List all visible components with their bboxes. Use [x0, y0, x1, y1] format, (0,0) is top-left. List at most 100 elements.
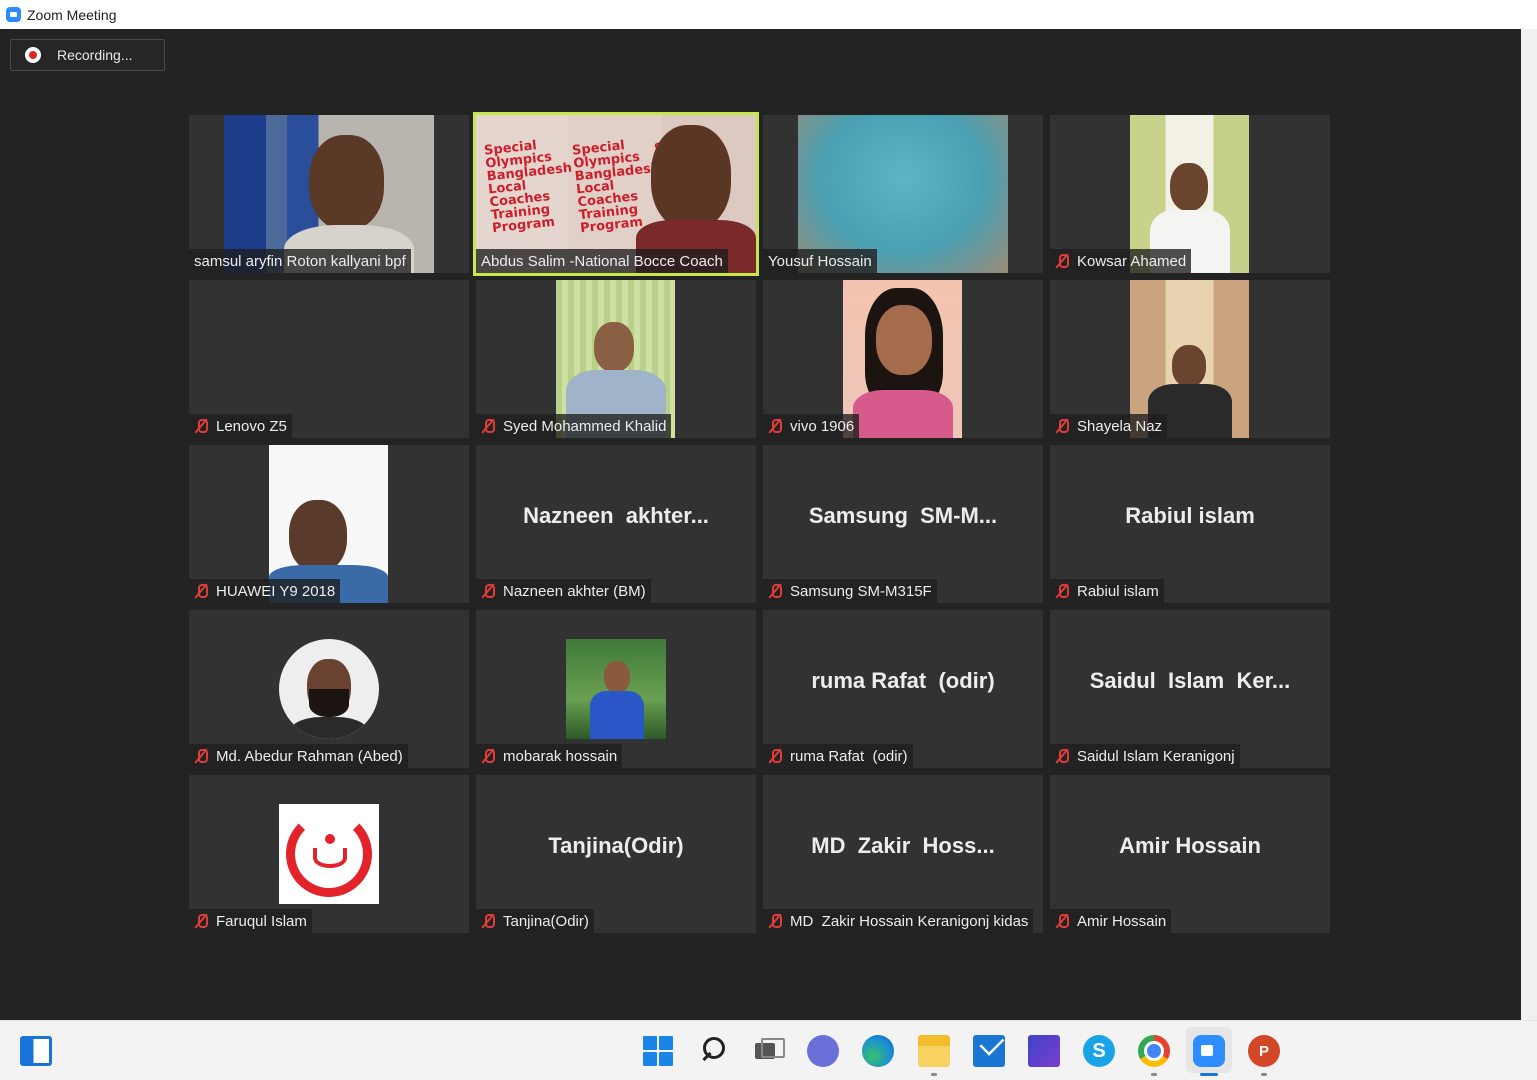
participant-tile[interactable]: Nazneen akhter... Nazneen akhter (BM) — [476, 445, 756, 603]
participant-tile[interactable]: Faruqul Islam — [189, 775, 469, 933]
participant-tile[interactable]: mobarak hossain — [476, 610, 756, 768]
running-indicator — [931, 1073, 937, 1076]
microphone-muted-icon — [194, 748, 208, 764]
participant-name-bar: Kowsar Ahamed — [1050, 249, 1192, 273]
participant-tile[interactable]: samsul aryfin Roton kallyani bpf — [189, 115, 469, 273]
start-icon[interactable] — [642, 1035, 674, 1067]
participant-tile[interactable]: MD Zakir Hoss... MD Zakir Hossain Keranig… — [763, 775, 1043, 933]
participant-name: Saidul Islam Keranigonj — [1077, 747, 1235, 765]
search-icon[interactable] — [698, 1035, 730, 1067]
chrome-icon[interactable] — [1138, 1035, 1170, 1067]
running-indicator — [1261, 1073, 1267, 1076]
profile-picture — [279, 639, 379, 739]
powerpoint-icon[interactable]: P — [1248, 1035, 1280, 1067]
participant-name-bar: Yousuf Hossain — [763, 249, 877, 273]
microphone-muted-icon — [194, 913, 208, 929]
participant-tile[interactable]: ruma Rafat (odir) ruma Rafat (odir) — [763, 610, 1043, 768]
participant-name: mobarak hossain — [503, 747, 618, 765]
participant-display-name: Tanjina(Odir) — [548, 833, 684, 858]
title-bar: Zoom Meeting — [0, 0, 1537, 29]
participant-tile[interactable]: Special Olympics Bangladesh Local Coache… — [473, 112, 759, 276]
participant-name-bar: Syed Mohammed Khalid — [476, 414, 672, 438]
participant-tile[interactable]: Rabiul islam Rabiul islam — [1050, 445, 1330, 603]
participant-display-name: Rabiul islam — [1125, 503, 1255, 528]
mail-icon[interactable] — [973, 1035, 1005, 1067]
participant-tile[interactable]: Syed Mohammed Khalid — [476, 280, 756, 438]
participant-name: Md. Abedur Rahman (Abed) — [216, 747, 403, 765]
participant-name: vivo 1906 — [790, 417, 855, 435]
microphone-muted-icon — [768, 418, 782, 434]
participant-name-bar: Md. Abedur Rahman (Abed) — [189, 744, 408, 768]
meeting-area: Recording... samsul aryfin Roton kallyan… — [0, 29, 1521, 1020]
participant-display-name: Amir Hossain — [1119, 833, 1261, 858]
participant-name-bar: Faruqul Islam — [189, 909, 312, 933]
participant-name-bar: ruma Rafat (odir) — [763, 744, 913, 768]
participant-name: HUAWEI Y9 2018 — [216, 582, 336, 600]
participant-name: samsul aryfin Roton kallyani bpf — [194, 252, 406, 270]
participant-name: Nazneen akhter (BM) — [503, 582, 646, 600]
participant-display-name: MD Zakir Hoss... — [811, 833, 995, 858]
banner-text: Special Olympics Bangladesh Local Coache… — [483, 138, 573, 237]
recording-icon — [25, 47, 41, 63]
recording-indicator[interactable]: Recording... — [10, 39, 165, 71]
widgets-icon[interactable] — [20, 1036, 52, 1066]
microphone-muted-icon — [194, 583, 208, 599]
participant-gallery: samsul aryfin Roton kallyani bpf Special … — [189, 112, 1330, 933]
file-explorer-icon[interactable] — [918, 1035, 950, 1067]
participant-tile[interactable]: Lenovo Z5 — [189, 280, 469, 438]
participant-name: Tanjina(Odir) — [503, 912, 589, 930]
participant-tile[interactable]: Saidul Islam Ker... Saidul Islam Keranigo… — [1050, 610, 1330, 768]
participant-name: ruma Rafat (odir) — [790, 747, 908, 765]
recording-label: Recording... — [57, 47, 133, 63]
participant-name-bar: MD Zakir Hossain Keranigonj kidas — [763, 909, 1034, 933]
participant-name: Amir Hossain — [1077, 912, 1167, 930]
participant-name-bar: Tanjina(Odir) — [476, 909, 594, 933]
participant-display-name: Saidul Islam Ker... — [1089, 668, 1291, 693]
microphone-muted-icon — [1055, 583, 1069, 599]
microphone-muted-icon — [1055, 913, 1069, 929]
participant-name-bar: vivo 1906 — [763, 414, 860, 438]
participant-tile[interactable]: Md. Abedur Rahman (Abed) — [189, 610, 469, 768]
participant-display-name: ruma Rafat (odir) — [811, 668, 995, 693]
microphone-muted-icon — [768, 583, 782, 599]
participant-display-name: Nazneen akhter... — [523, 503, 709, 528]
participant-name: Abdus Salim -National Bocce Coach — [481, 252, 723, 270]
zoom-icon[interactable] — [1193, 1035, 1225, 1067]
microphone-muted-icon — [1055, 748, 1069, 764]
task-view-icon[interactable] — [752, 1035, 785, 1067]
microphone-muted-icon — [481, 418, 495, 434]
scrollbar[interactable] — [1521, 29, 1537, 1020]
edge-icon[interactable] — [862, 1035, 894, 1067]
participant-tile[interactable]: HUAWEI Y9 2018 — [189, 445, 469, 603]
microphone-muted-icon — [194, 418, 208, 434]
microphone-muted-icon — [768, 748, 782, 764]
zoom-app-icon — [6, 7, 21, 22]
participant-name: Rabiul islam — [1077, 582, 1159, 600]
participant-tile[interactable]: vivo 1906 — [763, 280, 1043, 438]
participant-video — [843, 280, 962, 438]
participant-tile[interactable]: Tanjina(Odir) Tanjina(Odir) — [476, 775, 756, 933]
participant-name-bar: Samsung SM-M315F — [763, 579, 937, 603]
profile-picture — [566, 639, 666, 739]
window-title: Zoom Meeting — [27, 6, 117, 23]
running-indicator — [1151, 1073, 1157, 1076]
participant-name: Samsung SM-M315F — [790, 582, 932, 600]
ink-icon[interactable] — [1028, 1035, 1060, 1067]
participant-name-bar: samsul aryfin Roton kallyani bpf — [189, 249, 411, 273]
microphone-muted-icon — [1055, 418, 1069, 434]
participant-tile[interactable]: Samsung SM-M... Samsung SM-M315F — [763, 445, 1043, 603]
participant-name: Syed Mohammed Khalid — [503, 417, 667, 435]
taskbar: S P — [0, 1020, 1537, 1080]
skype-icon[interactable]: S — [1083, 1035, 1115, 1067]
participant-name-bar: mobarak hossain — [476, 744, 623, 768]
participant-tile[interactable]: Amir Hossain Amir Hossain — [1050, 775, 1330, 933]
participant-name-bar: Nazneen akhter (BM) — [476, 579, 651, 603]
participant-tile[interactable]: Yousuf Hossain — [763, 115, 1043, 273]
microphone-muted-icon — [481, 913, 495, 929]
participant-name-bar: Saidul Islam Keranigonj — [1050, 744, 1240, 768]
participant-tile[interactable]: Shayela Naz — [1050, 280, 1330, 438]
participant-tile[interactable]: Kowsar Ahamed — [1050, 115, 1330, 273]
participant-name: MD Zakir Hossain Keranigonj kidas — [790, 912, 1029, 930]
microphone-muted-icon — [481, 748, 495, 764]
chat-icon[interactable] — [807, 1035, 839, 1067]
